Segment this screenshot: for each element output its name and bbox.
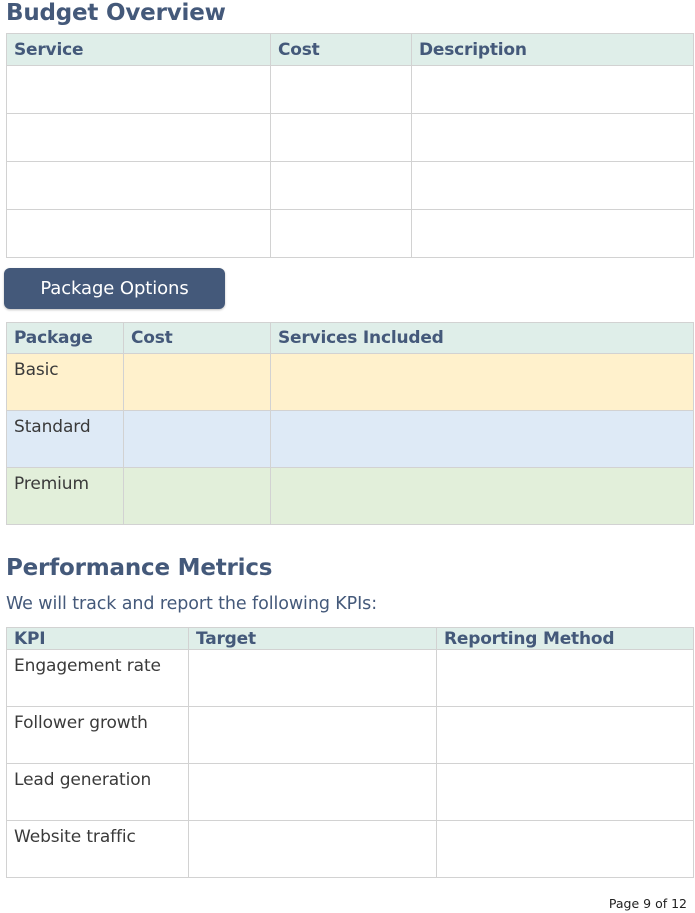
kpi-intro-text: We will track and report the following K…: [6, 594, 377, 614]
services-cell[interactable]: [270, 467, 694, 525]
target-cell[interactable]: [188, 820, 437, 878]
package-options-table: Package Cost Services Included Basic Sta…: [6, 322, 694, 525]
service-cell[interactable]: [6, 65, 271, 114]
column-header-description: Description: [411, 33, 694, 66]
service-cell[interactable]: [6, 113, 271, 162]
package-options-button[interactable]: Package Options: [4, 268, 225, 309]
column-header-reporting-method: Reporting Method: [436, 627, 694, 650]
package-name-cell: Premium: [6, 467, 124, 525]
column-header-cost: Cost: [270, 33, 412, 66]
kpi-name-cell: Website traffic: [6, 820, 189, 878]
table-header-row: Service Cost Description: [6, 33, 694, 66]
kpi-name-cell: Lead generation: [6, 763, 189, 821]
cost-cell[interactable]: [270, 113, 412, 162]
kpi-name-cell: Engagement rate: [6, 649, 189, 707]
reporting-method-cell[interactable]: [436, 820, 694, 878]
column-header-package: Package: [6, 322, 124, 354]
package-name-cell: Basic: [6, 353, 124, 411]
description-cell[interactable]: [411, 209, 694, 258]
package-row-basic: Basic: [6, 353, 694, 411]
column-header-cost: Cost: [123, 322, 271, 354]
cost-cell[interactable]: [270, 161, 412, 210]
target-cell[interactable]: [188, 706, 437, 764]
table-row: [6, 65, 694, 114]
budget-overview-table: Service Cost Description: [6, 33, 694, 258]
column-header-service: Service: [6, 33, 271, 66]
kpi-name-cell: Follower growth: [6, 706, 189, 764]
package-name-cell: Standard: [6, 410, 124, 468]
column-header-target: Target: [188, 627, 437, 650]
service-cell[interactable]: [6, 161, 271, 210]
package-row-premium: Premium: [6, 467, 694, 525]
table-row: [6, 161, 694, 210]
table-row: Website traffic: [6, 820, 694, 878]
column-header-kpi: KPI: [6, 627, 189, 650]
package-row-standard: Standard: [6, 410, 694, 468]
target-cell[interactable]: [188, 649, 437, 707]
cost-cell[interactable]: [123, 467, 271, 525]
services-cell[interactable]: [270, 353, 694, 411]
reporting-method-cell[interactable]: [436, 763, 694, 821]
service-cell[interactable]: [6, 209, 271, 258]
reporting-method-cell[interactable]: [436, 706, 694, 764]
reporting-method-cell[interactable]: [436, 649, 694, 707]
table-row: Follower growth: [6, 706, 694, 764]
performance-metrics-title: Performance Metrics: [6, 555, 273, 581]
table-row: [6, 209, 694, 258]
description-cell[interactable]: [411, 161, 694, 210]
table-row: [6, 113, 694, 162]
cost-cell[interactable]: [270, 65, 412, 114]
cost-cell[interactable]: [270, 209, 412, 258]
kpi-table: KPI Target Reporting Method Engagement r…: [6, 627, 694, 878]
table-header-row: Package Cost Services Included: [6, 322, 694, 354]
table-row: Engagement rate: [6, 649, 694, 707]
target-cell[interactable]: [188, 763, 437, 821]
column-header-services-included: Services Included: [270, 322, 694, 354]
cost-cell[interactable]: [123, 410, 271, 468]
cost-cell[interactable]: [123, 353, 271, 411]
table-header-row: KPI Target Reporting Method: [6, 627, 694, 650]
description-cell[interactable]: [411, 113, 694, 162]
budget-overview-title: Budget Overview: [6, 0, 226, 26]
services-cell[interactable]: [270, 410, 694, 468]
table-row: Lead generation: [6, 763, 694, 821]
description-cell[interactable]: [411, 65, 694, 114]
page-number: Page 9 of 12: [608, 896, 687, 911]
